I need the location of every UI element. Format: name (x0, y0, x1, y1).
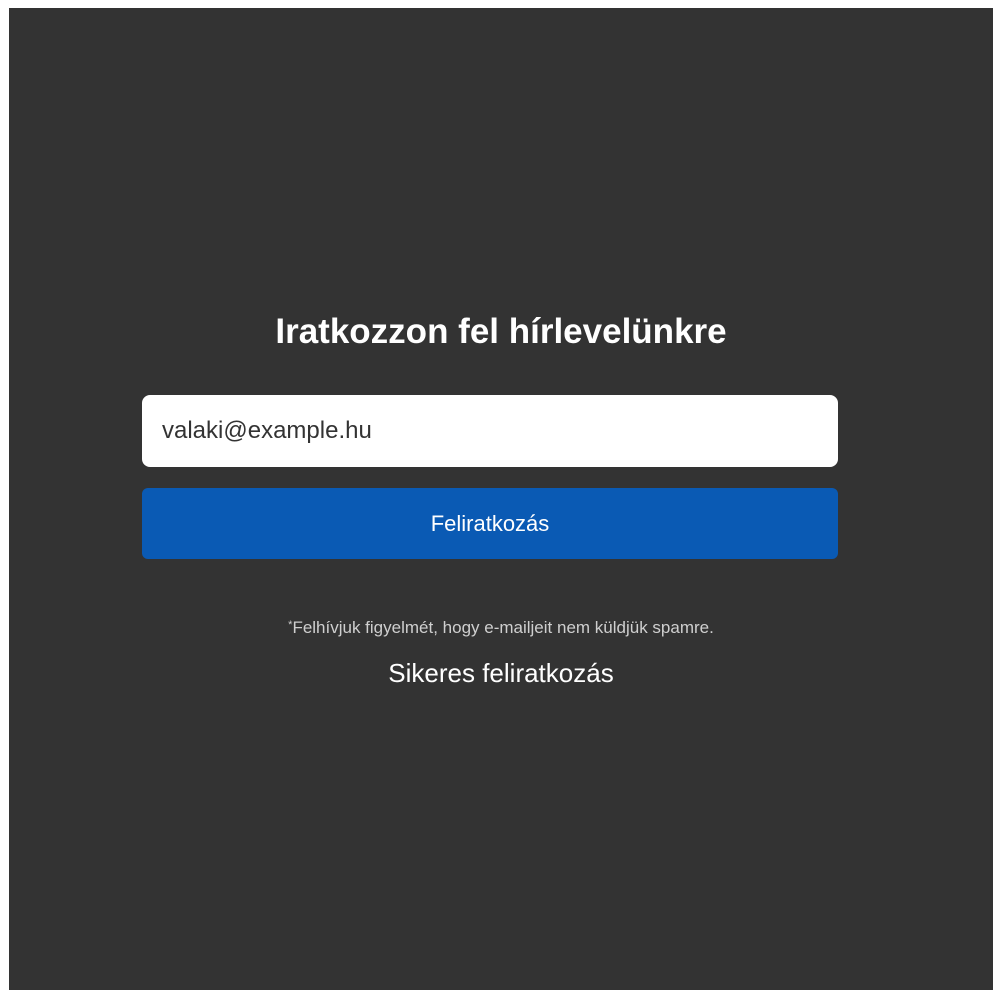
note-asterisk: * (288, 619, 293, 631)
newsletter-title: Iratkozzon fel hírlevelünkre (275, 312, 727, 351)
newsletter-panel: Iratkozzon fel hírlevelünkre Feliratkozá… (9, 8, 993, 990)
email-input[interactable] (142, 395, 838, 467)
success-message: Sikeres feliratkozás (388, 658, 614, 688)
note-text: Felhívjuk figyelmét, hogy e-mailjeit nem… (292, 618, 714, 637)
subscribe-button[interactable]: Feliratkozás (142, 488, 838, 559)
spam-notice: *Felhívjuk figyelmét, hogy e-mailjeit ne… (9, 616, 993, 640)
